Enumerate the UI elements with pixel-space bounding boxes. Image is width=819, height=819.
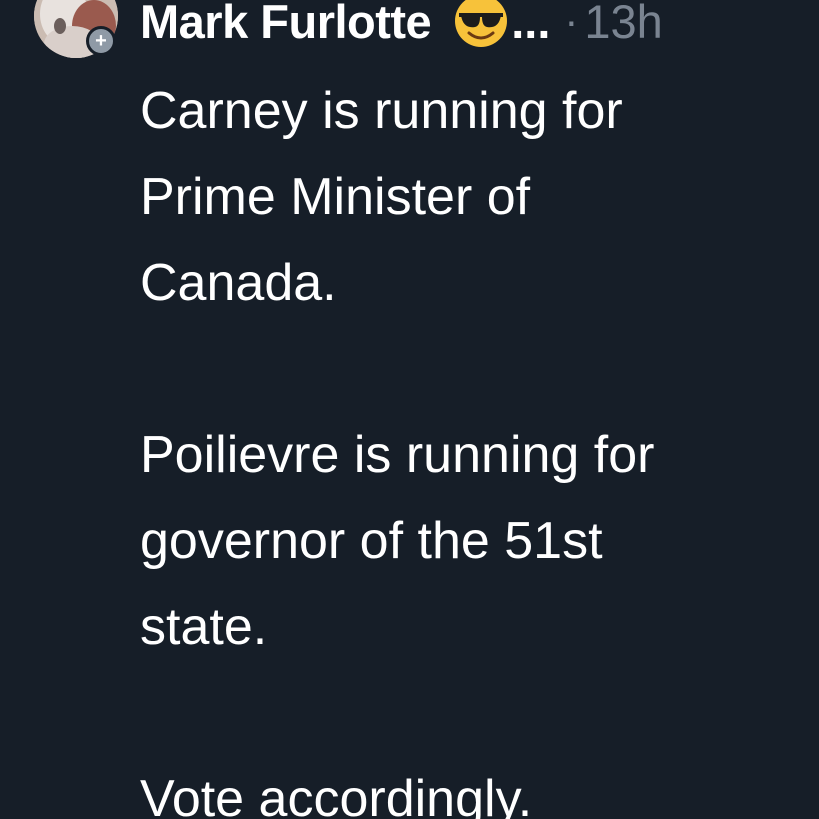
- header-separator: ·: [564, 0, 579, 44]
- post[interactable]: + Mark Furlotte ... · 13h Carney is runn…: [0, 0, 819, 819]
- post-paragraph-1: Carney is running for Prime Minister of …: [140, 82, 623, 312]
- avatar-container[interactable]: +: [34, 0, 118, 58]
- post-paragraph-2: Poilievre is running for governor of the…: [140, 426, 655, 656]
- smiling-face-with-sunglasses-icon: [453, 0, 509, 49]
- author-name[interactable]: Mark Furlotte: [140, 0, 432, 49]
- post-paragraph-3: Vote accordingly.: [140, 770, 533, 819]
- post-header: Mark Furlotte ... · 13h: [140, 0, 663, 56]
- post-timestamp[interactable]: 13h: [584, 0, 662, 49]
- post-body: Carney is running for Prime Minister of …: [140, 68, 800, 819]
- name-truncation: ...: [511, 0, 551, 48]
- follow-plus-icon[interactable]: +: [86, 26, 116, 56]
